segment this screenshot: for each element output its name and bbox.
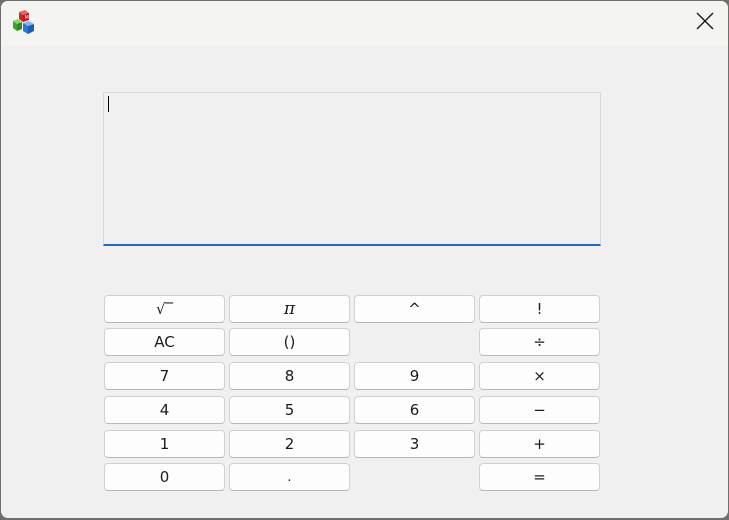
equals-button[interactable]: = [479, 463, 600, 491]
power-button[interactable]: ^ [354, 295, 475, 323]
calculator-window: M √‾ π ^ ! AC () ÷ 7 8 9 × 4 5 6 − 1 2 3… [1, 1, 728, 518]
multiply-button[interactable]: × [479, 362, 600, 390]
digit-0-button[interactable]: 0 [104, 463, 225, 491]
digit-4-button[interactable]: 4 [104, 396, 225, 424]
factorial-button[interactable]: ! [479, 295, 600, 323]
close-icon [696, 12, 714, 34]
digit-3-button[interactable]: 3 [354, 430, 475, 458]
digit-6-button[interactable]: 6 [354, 396, 475, 424]
digit-9-button[interactable]: 9 [354, 362, 475, 390]
digit-7-button[interactable]: 7 [104, 362, 225, 390]
close-button[interactable] [682, 1, 728, 45]
keypad: √‾ π ^ ! AC () ÷ 7 8 9 × 4 5 6 − 1 2 3 +… [104, 295, 602, 493]
plus-button[interactable]: + [479, 430, 600, 458]
digit-5-button[interactable]: 5 [229, 396, 350, 424]
parentheses-button[interactable]: () [229, 328, 350, 356]
pi-button[interactable]: π [229, 295, 350, 323]
svg-text:M: M [25, 15, 29, 21]
minus-button[interactable]: − [479, 396, 600, 424]
digit-2-button[interactable]: 2 [229, 430, 350, 458]
divide-button[interactable]: ÷ [479, 328, 600, 356]
text-caret [108, 96, 109, 112]
digit-8-button[interactable]: 8 [229, 362, 350, 390]
sqrt-button[interactable]: √‾ [104, 295, 225, 323]
all-clear-button[interactable]: AC [104, 328, 225, 356]
title-bar[interactable]: M [1, 1, 728, 45]
expression-display[interactable] [103, 92, 601, 246]
decimal-point-button[interactable]: . [229, 463, 350, 491]
digit-1-button[interactable]: 1 [104, 430, 225, 458]
blocks-icon: M [12, 10, 38, 36]
